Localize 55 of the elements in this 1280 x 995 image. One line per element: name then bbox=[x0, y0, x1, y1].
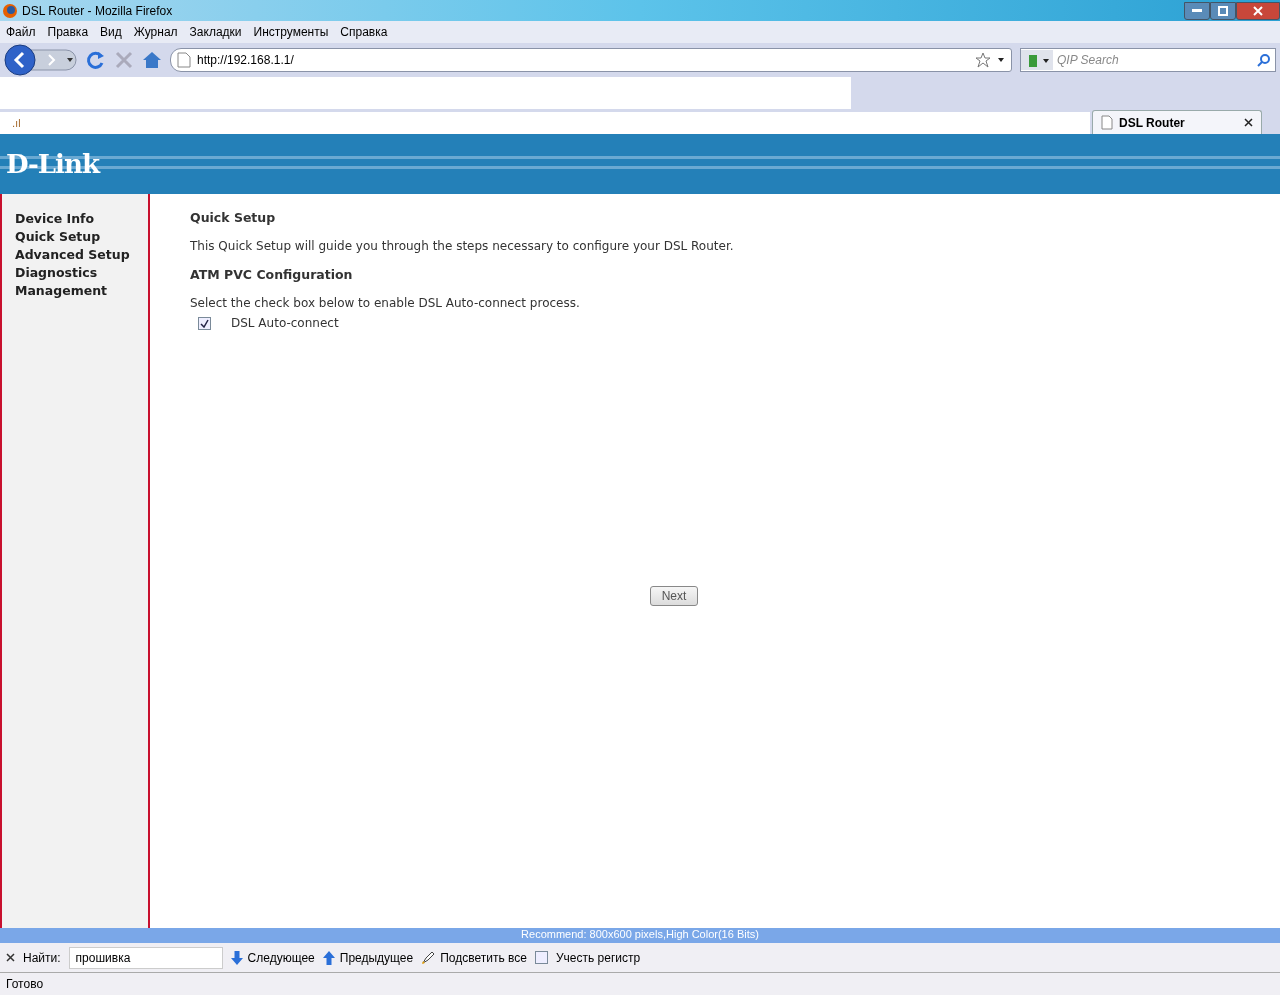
sidebar-link[interactable]: Advanced Setup bbox=[2, 246, 148, 264]
menu-item[interactable]: Инструменты bbox=[253, 25, 329, 39]
signal-text: .ıl bbox=[12, 117, 21, 129]
search-icon[interactable] bbox=[1257, 53, 1271, 67]
find-label: Найти: bbox=[23, 950, 61, 965]
footer-text: Recommend: 800x600 pixels,High Color(16 Bits) bbox=[521, 928, 759, 942]
next-match-button[interactable]: Следующее bbox=[230, 950, 315, 965]
restore-icon bbox=[1218, 5, 1228, 16]
up-arrow-icon bbox=[322, 950, 335, 965]
page-icon bbox=[177, 52, 191, 68]
down-arrow-icon bbox=[230, 950, 243, 965]
firefox-logo-icon bbox=[2, 2, 18, 19]
browser-tab[interactable]: DSL Router bbox=[1092, 110, 1262, 134]
checkbox[interactable] bbox=[198, 316, 211, 330]
marker-icon bbox=[421, 950, 436, 965]
close-button[interactable] bbox=[1236, 1, 1280, 20]
intro-text: This Quick Setup will guide you through the steps necessary to configure your DSL Router. bbox=[190, 239, 735, 253]
page-title: Quick Setup bbox=[190, 210, 277, 225]
sidebar-link[interactable]: Quick Setup bbox=[2, 228, 148, 246]
dropdown-icon[interactable] bbox=[997, 57, 1005, 63]
search-engine-icon[interactable] bbox=[1021, 50, 1053, 70]
checkbox-label: Учесть регистр bbox=[555, 950, 641, 965]
menu-item[interactable]: Закладки bbox=[189, 25, 242, 39]
previous-match-button[interactable]: Предыдущее bbox=[322, 950, 414, 965]
menu-item[interactable]: Файл bbox=[6, 25, 36, 39]
section-title: ATM PVC Configuration bbox=[190, 267, 354, 282]
menu-item[interactable]: Журнал bbox=[133, 25, 178, 39]
page-icon bbox=[1101, 115, 1113, 130]
checkbox-label: DSL Auto-connect bbox=[231, 316, 339, 330]
menu-item[interactable]: Вид bbox=[100, 25, 122, 39]
close-icon bbox=[1253, 5, 1263, 16]
minimize-button[interactable] bbox=[1184, 1, 1210, 20]
window-title: DSL Router - Mozilla Firefox bbox=[22, 3, 174, 18]
menu-item[interactable]: Правка bbox=[47, 25, 89, 39]
menu-item[interactable]: Справка bbox=[340, 25, 388, 39]
logo: D-Link bbox=[6, 149, 99, 179]
minimize-icon bbox=[1192, 8, 1202, 13]
close-icon[interactable] bbox=[1244, 118, 1253, 127]
star-icon[interactable] bbox=[975, 52, 991, 68]
search-bar[interactable]: QIP Search bbox=[1020, 48, 1276, 72]
reload-icon[interactable] bbox=[86, 50, 106, 70]
find-field[interactable]: прошивка bbox=[68, 946, 223, 969]
next-button[interactable]: Next bbox=[650, 586, 698, 606]
highlight-all-button[interactable]: Подсветить все bbox=[421, 950, 527, 965]
checkbox[interactable] bbox=[534, 951, 548, 964]
close-icon[interactable] bbox=[6, 953, 15, 962]
home-icon[interactable] bbox=[142, 50, 162, 70]
status-text: Готово bbox=[6, 977, 44, 991]
sidebar-link[interactable]: Diagnostics bbox=[2, 264, 148, 282]
restore-button[interactable] bbox=[1210, 1, 1236, 20]
instruction-text: Select the check box below to enable DSL Auto-connect process. bbox=[190, 296, 581, 310]
sidebar-link[interactable]: Management bbox=[2, 282, 148, 300]
back-forward-icon[interactable] bbox=[4, 44, 78, 76]
address-bar[interactable]: http://192.168.1.1/ bbox=[170, 48, 1012, 72]
sidebar-link[interactable]: Device Info bbox=[2, 210, 148, 228]
